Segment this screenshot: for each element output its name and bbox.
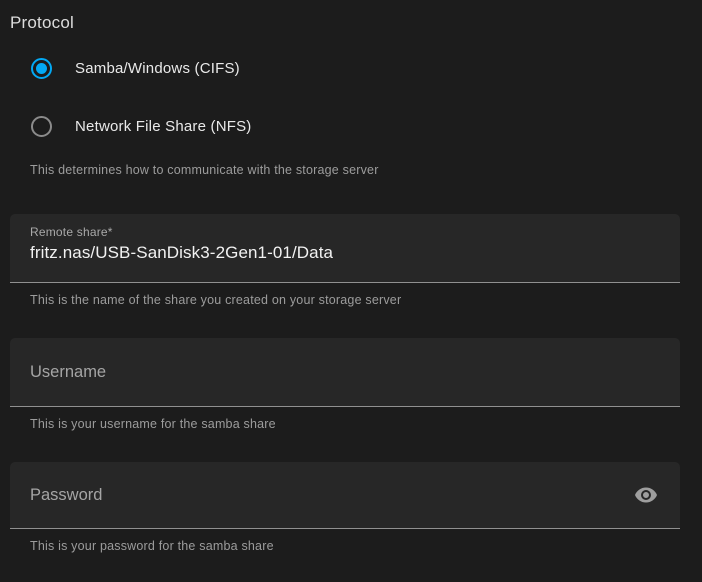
password-helper-text: This is your password for the samba shar… [30, 539, 274, 553]
username-input[interactable] [30, 338, 624, 406]
radio-button-cifs-icon[interactable] [31, 58, 52, 79]
remote-share-label: Remote share* [30, 225, 113, 239]
remote-share-helper-text: This is the name of the share you create… [30, 293, 401, 307]
username-helper-text: This is your username for the samba shar… [30, 417, 276, 431]
eye-icon[interactable] [634, 483, 658, 507]
radio-option-cifs-label: Samba/Windows (CIFS) [75, 60, 240, 77]
remote-share-field[interactable]: Remote share* [10, 214, 680, 283]
network-storage-form: Protocol Samba/Windows (CIFS) Network Fi… [0, 0, 702, 582]
radio-button-nfs-icon[interactable] [31, 116, 52, 137]
protocol-section-title: Protocol [10, 13, 74, 33]
password-field[interactable] [10, 462, 680, 529]
password-input[interactable] [30, 462, 624, 528]
radio-option-nfs[interactable]: Network File Share (NFS) [31, 115, 252, 137]
protocol-helper-text: This determines how to communicate with … [30, 163, 379, 177]
radio-option-nfs-label: Network File Share (NFS) [75, 118, 252, 135]
radio-option-cifs[interactable]: Samba/Windows (CIFS) [31, 57, 240, 79]
username-field[interactable] [10, 338, 680, 407]
remote-share-input[interactable] [30, 241, 624, 265]
